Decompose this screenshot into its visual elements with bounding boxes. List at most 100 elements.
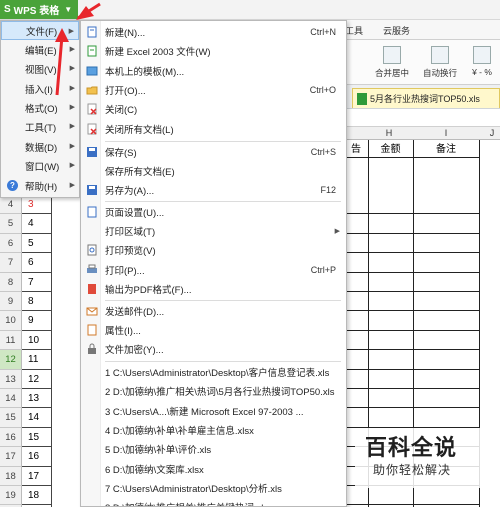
document-tab[interactable]: 5月各行业热搜词TOP50.xls [352, 88, 500, 108]
row-header[interactable]: 7 [0, 253, 22, 273]
header-cell-g: 告 [351, 144, 361, 155]
chevron-right-icon: ▶ [334, 228, 340, 235]
column-header-i[interactable]: I [413, 128, 479, 138]
encrypt-icon [88, 343, 96, 354]
recent-file-7[interactable]: 7 C:\Users\Administrator\Desktop\分析.xls [81, 478, 346, 497]
row-header[interactable]: 5 [0, 214, 22, 234]
recent-file-3[interactable]: 3 C:\Users\A...\新建 Microsoft Excel 97-20… [81, 401, 346, 420]
new-excel-icon [87, 45, 97, 57]
menu-item-file[interactable]: 文件(F) ▶ [1, 21, 79, 40]
menu-save[interactable]: 保存(S) Ctrl+S [81, 142, 346, 162]
row-header[interactable]: 11 [0, 330, 22, 351]
chevron-right-icon: ▶ [69, 123, 75, 130]
close-all-icon [87, 123, 97, 135]
chevron-right-icon: ▶ [69, 162, 75, 169]
cell-index[interactable]: 16 [22, 447, 52, 467]
row-header[interactable]: 12 [0, 350, 22, 370]
menu-local-templates[interactable]: 本机上的模板(M)... [81, 61, 346, 81]
merge-center-icon [383, 46, 401, 64]
chevron-down-icon: ▼ [64, 5, 73, 14]
cell-index[interactable]: 7 [22, 272, 52, 292]
column-header-h[interactable]: H [365, 128, 413, 138]
main-menu: 文件(F) ▶ 编辑(E) ▶ 视图(V) ▶ 插入(I) ▶ 格式(O) ▶ 工具(T)… [0, 20, 80, 198]
menu-close[interactable]: 关闭(C) [81, 99, 346, 119]
menu-save-as[interactable]: 另存为(A)... F12 [81, 180, 346, 200]
row-header[interactable]: 17 [0, 447, 22, 467]
menu-send-mail[interactable]: 发送邮件(D)... [81, 301, 346, 321]
cell-index[interactable]: 9 [22, 311, 52, 331]
recent-file-4[interactable]: 4 D:\加德纳\补单\补单雇主信息.xlsx [81, 420, 346, 439]
header-gridline [345, 157, 480, 158]
row-header[interactable]: 19 [0, 486, 22, 506]
row-header[interactable]: 15 [0, 408, 22, 428]
header-cell-notes: 备注 [436, 144, 456, 155]
recent-file-8[interactable]: 8 D:\加德纳\推广相关\推广关键热词.xls [81, 497, 346, 507]
excel-file-icon [357, 92, 367, 105]
row-header[interactable]: 18 [0, 466, 22, 486]
cell-index[interactable]: 4 [22, 214, 52, 234]
recent-file-1[interactable]: 1 C:\Users\Administrator\Desktop\客户信息登记表… [81, 362, 346, 381]
cell-index[interactable]: 11 [22, 350, 52, 370]
cell-index[interactable]: 14 [22, 408, 52, 428]
formula-bar[interactable] [345, 109, 500, 127]
app-title: WPS 表格 [13, 6, 60, 17]
menu-item-view[interactable]: 视图(V) ▶ [1, 59, 79, 78]
cell-index[interactable]: 10 [22, 330, 52, 351]
pdf-icon [88, 284, 96, 294]
menu-encrypt[interactable]: 文件加密(Y)... [81, 339, 346, 359]
watermark: 百科全说 助你轻松解决 [355, 428, 490, 488]
row-header[interactable]: 16 [0, 427, 22, 448]
watermark-title: 百科全说 [365, 435, 458, 460]
row-header[interactable]: 13 [0, 369, 22, 389]
number-format-button[interactable]: ¥ - % [465, 46, 499, 77]
menu-item-format[interactable]: 格式(O) ▶ [1, 98, 79, 117]
tab-tools[interactable]: 工具 [345, 24, 363, 37]
menu-item-data[interactable]: 数据(D) ▶ [1, 137, 79, 156]
column-header-j[interactable]: J [485, 128, 499, 138]
wps-app-menu-button[interactable]: S WPS 表格 ▼ [0, 0, 78, 19]
cell-index[interactable]: 6 [22, 253, 52, 273]
wrap-text-button[interactable]: 自动换行 [417, 46, 463, 79]
cell-index[interactable]: 8 [22, 292, 52, 312]
row-header[interactable]: 14 [0, 389, 22, 409]
recent-file-6[interactable]: 6 D:\加德纳\文案库.xlsx [81, 459, 346, 478]
chevron-right-icon: ▶ [69, 46, 75, 53]
page-setup-icon [87, 206, 97, 218]
menu-page-setup[interactable]: 页面设置(U)... [81, 202, 346, 222]
cell-index[interactable]: 13 [22, 389, 52, 409]
recent-file-5[interactable]: 5 D:\加德纳\补单\评价.xls [81, 439, 346, 458]
file-menu: 新建(N)... Ctrl+N 新建 Excel 2003 文件(W) 本机上的模… [80, 20, 347, 507]
menu-close-all[interactable]: 关闭所有文档(L) [81, 119, 346, 139]
row-header[interactable]: 6 [0, 233, 22, 254]
save-as-icon [87, 185, 97, 195]
row-header[interactable]: 9 [0, 292, 22, 312]
tab-cloud-service[interactable]: 云服务 [383, 24, 410, 37]
menu-properties[interactable]: 属性(I)... [81, 320, 346, 340]
row-header[interactable]: 8 [0, 272, 22, 292]
menu-item-edit[interactable]: 编辑(E) ▶ [1, 40, 79, 59]
menu-print[interactable]: 打印(P)... Ctrl+P [81, 260, 346, 280]
menu-save-all[interactable]: 保存所有文档(E) [81, 161, 346, 181]
close-doc-icon [87, 103, 97, 115]
menu-open[interactable]: 打开(O)... Ctrl+O [81, 80, 346, 100]
help-icon: ? [7, 180, 18, 191]
menu-print-area[interactable]: 打印区域(T) ▶ [81, 221, 346, 241]
chevron-right-icon: ▶ [69, 182, 75, 189]
row-header[interactable]: 10 [0, 311, 22, 331]
cell-index[interactable]: 5 [22, 233, 52, 254]
cell-index[interactable]: 17 [22, 466, 52, 486]
menu-new[interactable]: 新建(N)... Ctrl+N [81, 22, 346, 42]
recent-file-2[interactable]: 2 D:\加德纳\推广相关\热词\5月各行业热搜词TOP50.xls [81, 381, 346, 400]
cell-index[interactable]: 12 [22, 369, 52, 389]
cell-index[interactable]: 15 [22, 427, 52, 448]
menu-item-window[interactable]: 窗口(W) ▶ [1, 156, 79, 175]
cell-index[interactable]: 18 [22, 486, 52, 506]
menu-new-excel-2003[interactable]: 新建 Excel 2003 文件(W) [81, 41, 346, 61]
menu-item-help[interactable]: ? 帮助(H) ▶ [1, 176, 79, 195]
merge-center-button[interactable]: 合并居中 [367, 46, 417, 79]
menu-item-tools[interactable]: 工具(T) ▶ [1, 117, 79, 136]
properties-icon [87, 324, 97, 336]
menu-item-insert[interactable]: 插入(I) ▶ [1, 79, 79, 98]
menu-print-preview[interactable]: 打印预览(V) [81, 240, 346, 260]
menu-export-pdf[interactable]: 输出为PDF格式(F)... [81, 279, 346, 299]
